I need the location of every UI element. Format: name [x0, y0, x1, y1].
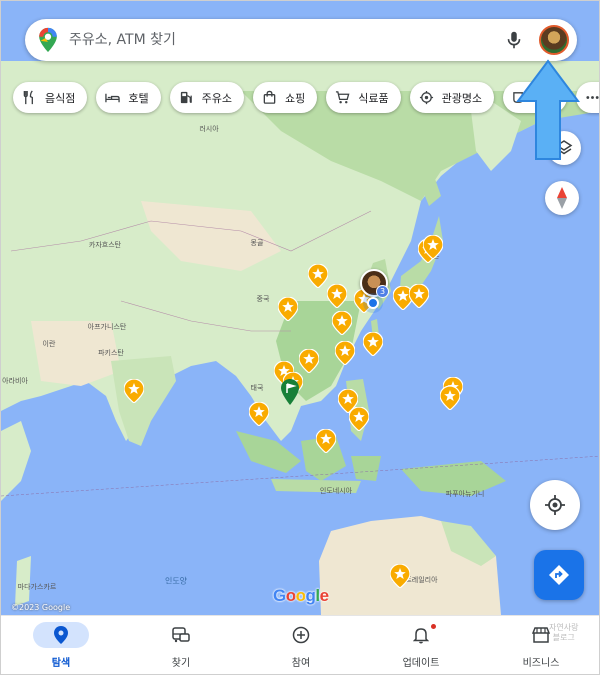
saved-place-star-icon[interactable] [124, 379, 144, 403]
chip-attractions[interactable]: 관광명소 [409, 82, 495, 113]
saved-place-star-icon[interactable] [308, 264, 328, 288]
saved-place-star-icon[interactable] [278, 297, 298, 321]
google-logo-letter: G [273, 586, 286, 605]
chip-label: 쇼핑 [285, 91, 306, 105]
maps-logo-icon [39, 27, 57, 53]
chip-label: 주유소 [201, 91, 232, 105]
microphone-icon[interactable] [503, 29, 525, 51]
nav-label: 탐색 [51, 658, 71, 669]
nav-label: 업데이트 [402, 658, 440, 669]
more-icon [586, 96, 599, 99]
cart-icon [336, 91, 350, 104]
hotel-icon [105, 93, 121, 103]
saved-place-star-icon[interactable] [409, 284, 429, 308]
map-label-thailand: 태국 [250, 384, 264, 392]
map-label-china: 중국 [256, 295, 270, 303]
explore-pin-icon [54, 626, 68, 644]
saved-place-star-icon[interactable] [327, 284, 347, 308]
map-label-indian-ocean: 인도양 [164, 576, 188, 586]
annotation-arrow-up-icon [516, 59, 580, 160]
map-label-iran: 이란 [42, 340, 56, 348]
saved-place-star-icon[interactable] [316, 429, 336, 453]
google-logo-letter: g [305, 586, 316, 605]
search-input[interactable] [69, 19, 503, 61]
map-label-mongolia: 몽골 [250, 239, 264, 247]
my-location-button[interactable] [530, 480, 580, 530]
saved-place-star-icon[interactable] [390, 564, 410, 588]
bottom-navigation: 탐색 찾기 참여 업데이트 비즈니스 [1, 615, 599, 674]
shopping-bag-icon [263, 90, 276, 104]
saved-place-star-icon[interactable] [332, 311, 352, 335]
saved-place-star-icon[interactable] [299, 349, 319, 373]
saved-place-star-icon[interactable] [249, 402, 269, 426]
saved-place-star-icon[interactable] [349, 407, 369, 431]
chip-grocery[interactable]: 식료품 [326, 82, 401, 113]
map-label-kazakhstan: 카자흐스탄 [88, 241, 122, 249]
nav-explore[interactable]: 탐색 [1, 616, 121, 674]
chip-label: 음식점 [45, 91, 76, 105]
watermark-text: 자연사랑 블로그 [549, 623, 579, 642]
attraction-icon [419, 90, 433, 105]
contribute-icon [292, 626, 310, 644]
saved-place-star-icon[interactable] [423, 235, 443, 259]
map-label-indonesia: 인도네시아 [319, 487, 353, 495]
maps-app-screen: 러시아 몽골 카자흐스탄 중국 아프가니스탄 이란 파키스탄 아라비아 태국 인… [0, 0, 600, 675]
google-logo-letter: e [319, 586, 329, 605]
chip-label: 관광명소 [441, 91, 483, 105]
map-label-madagascar: 마다가스카르 [17, 583, 57, 591]
account-avatar[interactable] [539, 25, 569, 55]
map-copyright: ©2023 Google [11, 603, 71, 612]
compass-button[interactable] [545, 181, 579, 215]
google-logo: Google [273, 586, 329, 606]
map-label-png: 파푸아뉴기니 [445, 490, 485, 498]
directions-icon [549, 565, 569, 585]
google-logo-letter: o [285, 586, 296, 605]
saved-place-star-icon[interactable] [335, 341, 355, 365]
category-chips: 음식점 호텔 주유소 쇼핑 식료품 관광명소 커피 더보 [13, 82, 599, 113]
map-label-russia: 러시아 [199, 125, 219, 133]
chip-restaurant[interactable]: 음식점 [13, 82, 88, 113]
chip-shopping[interactable]: 쇼핑 [253, 82, 318, 113]
map-label-afghanistan: 아프가니스탄 [87, 323, 127, 331]
flag-pin-icon[interactable] [281, 379, 299, 405]
google-logo-letter: o [295, 586, 306, 605]
nav-label: 찾기 [171, 658, 191, 669]
nav-updates[interactable]: 업데이트 [361, 616, 481, 674]
compass-icon [557, 187, 567, 209]
directions-button[interactable] [534, 550, 584, 600]
updates-bell-icon [413, 628, 429, 644]
saved-place-star-icon[interactable] [363, 332, 383, 356]
nav-contribute[interactable]: 참여 [241, 616, 361, 674]
crosshair-icon [545, 495, 565, 515]
saved-place-star-icon[interactable] [440, 386, 460, 410]
nav-business[interactable]: 비즈니스 [481, 616, 599, 674]
nav-label: 참여 [291, 658, 311, 669]
restaurant-icon [23, 90, 33, 105]
commute-icon [172, 627, 190, 643]
map-label-arabia: 아라비아 [2, 377, 28, 385]
map-label-pakistan: 파키스탄 [98, 349, 124, 357]
gas-station-icon [180, 91, 192, 104]
chip-label: 식료품 [358, 91, 389, 105]
nav-label: 비즈니스 [522, 658, 560, 669]
notification-dot [431, 624, 436, 629]
my-location-dot [367, 297, 379, 309]
search-bar[interactable] [25, 19, 577, 61]
chip-gas-station[interactable]: 주유소 [169, 82, 244, 113]
chip-label: 호텔 [128, 91, 149, 105]
cluster-count-badge: 3 [376, 285, 389, 298]
chip-hotel[interactable]: 호텔 [96, 82, 161, 113]
business-icon [532, 627, 550, 643]
nav-go[interactable]: 찾기 [121, 616, 241, 674]
